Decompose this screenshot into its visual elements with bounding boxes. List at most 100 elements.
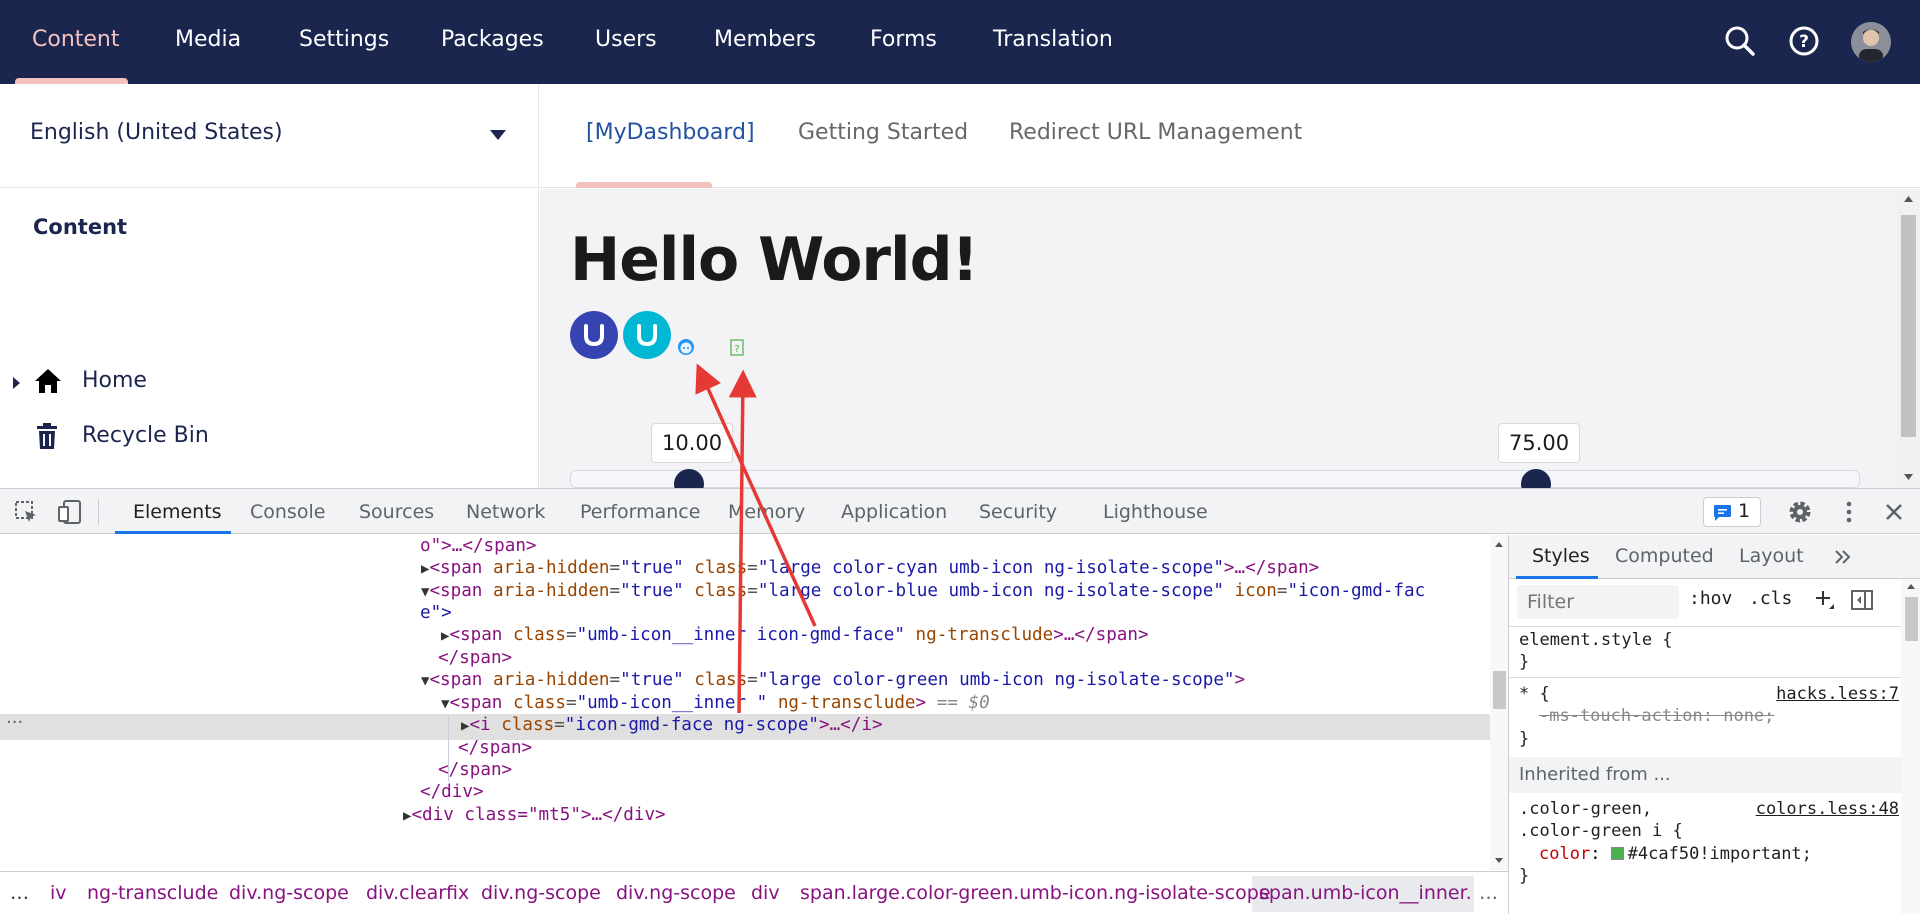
style-rule-universal[interactable]: * { hacks.less:7 -ms-touch-action: none;…	[1509, 683, 1899, 751]
scrollbar-thumb[interactable]	[1493, 671, 1506, 709]
tree-item-home[interactable]: Home	[0, 362, 539, 402]
dom-line[interactable]: ▼<span aria-hidden="true" class="large c…	[421, 669, 1245, 692]
devtools-tab-memory[interactable]: Memory	[728, 501, 805, 523]
breadcrumb-overflow[interactable]: …	[10, 882, 29, 904]
breadcrumb-item[interactable]: iv	[50, 882, 67, 904]
styles-pane: Styles Computed Layout :hov .cls element…	[1508, 535, 1920, 914]
rule-source-link[interactable]: colors.less:48	[1756, 798, 1899, 820]
scroll-down-icon[interactable]	[1494, 857, 1504, 864]
color-swatch[interactable]	[1610, 847, 1624, 860]
devtools-tab-security[interactable]: Security	[979, 501, 1057, 523]
trash-icon	[37, 423, 57, 449]
devtools-tab-network[interactable]: Network	[466, 501, 545, 523]
dom-line[interactable]: </span>	[458, 737, 532, 760]
gear-icon[interactable]	[1786, 498, 1814, 526]
tree-item-recycle-bin[interactable]: Recycle Bin	[0, 417, 539, 457]
tree-item-label: Home	[82, 368, 147, 393]
style-rule-element[interactable]: element.style { }	[1509, 629, 1899, 675]
dom-line-selected[interactable]: ▼<span class="umb-icon__inner " ng-trans…	[441, 692, 990, 715]
dom-line[interactable]: o">…</span>	[420, 535, 537, 558]
breadcrumb-item-selected[interactable]: span.umb-icon__inner.	[1259, 882, 1472, 904]
class-toggle[interactable]: .cls	[1749, 588, 1792, 609]
breadcrumb-item[interactable]: div	[751, 882, 780, 904]
tab-layout[interactable]: Layout	[1739, 545, 1804, 567]
breadcrumb-item[interactable]: div.clearfix	[366, 882, 469, 904]
toggle-sidebar-icon[interactable]	[1850, 589, 1874, 611]
tab-styles[interactable]: Styles	[1532, 545, 1590, 567]
new-rule-icon[interactable]	[1814, 589, 1836, 611]
devtools-tab-performance[interactable]: Performance	[580, 501, 700, 523]
dom-tree-scrollbar[interactable]	[1490, 535, 1508, 870]
message-icon	[1714, 505, 1731, 521]
device-toolbar-icon[interactable]	[56, 498, 84, 526]
styles-tab-indicator	[1516, 576, 1598, 579]
dom-line[interactable]: ▶<i class="icon-gmd-face ng-scope">…</i>	[461, 714, 883, 737]
umbraco-logo-icon	[570, 311, 618, 359]
dom-line[interactable]: </div>	[420, 781, 484, 804]
dom-line[interactable]: ▶<span class="umb-icon__inner icon-gmd-f…	[441, 624, 1149, 647]
devtools-tab-console[interactable]: Console	[250, 501, 325, 523]
content-scrollbar[interactable]	[1897, 189, 1920, 488]
issues-badge[interactable]: 1	[1703, 497, 1761, 527]
devtools-tab-application[interactable]: Application	[841, 501, 947, 523]
dom-line[interactable]: ▶<span aria-hidden="true" class="large c…	[421, 557, 1319, 580]
scroll-down-icon[interactable]	[1903, 473, 1914, 481]
tab-redirect-url-management[interactable]: Redirect URL Management	[1009, 120, 1302, 145]
search-icon[interactable]	[1722, 23, 1758, 59]
nav-item-members[interactable]: Members	[714, 0, 816, 84]
nav-item-translation[interactable]: Translation	[993, 0, 1113, 84]
tab-computed[interactable]: Computed	[1615, 545, 1714, 567]
content-tree-pane: English (United States) Content Home Rec…	[0, 84, 539, 488]
inspect-element-icon[interactable]	[12, 498, 40, 526]
devtools-tab-indicator	[115, 531, 231, 534]
nav-item-users[interactable]: Users	[595, 0, 657, 84]
help-icon[interactable]: ?	[1786, 23, 1822, 59]
umbraco-logo-icon	[623, 311, 671, 359]
nav-item-content[interactable]: Content	[32, 0, 120, 84]
style-rule-color-green[interactable]: .color-green, colors.less:48 .color-gree…	[1509, 798, 1899, 894]
devtools-tab-sources[interactable]: Sources	[359, 501, 434, 523]
breadcrumb-item[interactable]: div.ng-scope	[481, 882, 601, 904]
breadcrumb-overflow[interactable]: …	[1479, 882, 1498, 904]
scroll-up-icon[interactable]	[1906, 583, 1916, 590]
dom-line[interactable]: ▼<span aria-hidden="true" class="large c…	[421, 580, 1425, 603]
divider	[1509, 626, 1901, 627]
inherited-section-header: Inherited from ...	[1509, 757, 1901, 793]
dom-line: e">	[420, 603, 452, 623]
node-actions-icon[interactable]: ···	[6, 712, 23, 733]
tab-getting-started[interactable]: Getting Started	[798, 120, 968, 145]
breadcrumb-item[interactable]: ng-transclude	[87, 882, 218, 904]
dom-line[interactable]: </span>	[438, 647, 512, 670]
more-tabs-icon[interactable]	[1834, 549, 1852, 565]
breadcrumb-item[interactable]: div.ng-scope	[616, 882, 736, 904]
breadcrumb-item[interactable]: div.ng-scope	[229, 882, 349, 904]
slider-max-value: 75.00	[1498, 423, 1581, 463]
hover-state-toggle[interactable]: :hov	[1689, 588, 1732, 609]
scroll-up-icon[interactable]	[1494, 541, 1504, 548]
devtools-tab-lighthouse[interactable]: Lighthouse	[1103, 501, 1208, 523]
scroll-up-icon[interactable]	[1903, 195, 1914, 203]
scrollbar-thumb[interactable]	[1901, 215, 1916, 437]
devtools-tab-elements[interactable]: Elements	[133, 501, 222, 523]
tab-mydashboard[interactable]: [MyDashboard]	[586, 120, 755, 145]
more-options-icon[interactable]	[1835, 498, 1863, 526]
breadcrumb-item[interactable]: span.large.color-green.umb-icon.ng-isola…	[800, 882, 1271, 904]
scrollbar-thumb[interactable]	[1905, 597, 1918, 641]
face-icon	[678, 339, 694, 355]
styles-filter-input[interactable]	[1517, 585, 1679, 619]
nav-item-packages[interactable]: Packages	[441, 0, 544, 84]
toolbar-divider	[98, 499, 99, 525]
close-icon[interactable]	[1880, 498, 1908, 526]
expand-arrow-icon[interactable]	[13, 377, 20, 389]
rule-source-link[interactable]: hacks.less:7	[1776, 683, 1899, 705]
nav-item-media[interactable]: Media	[175, 0, 241, 84]
range-slider-track[interactable]	[570, 470, 1860, 488]
nav-item-settings[interactable]: Settings	[299, 0, 389, 84]
home-icon	[35, 369, 61, 393]
language-selector[interactable]: English (United States)	[0, 84, 539, 188]
user-avatar[interactable]	[1851, 22, 1891, 62]
styles-scrollbar[interactable]	[1901, 579, 1920, 914]
dom-line[interactable]: </span>	[438, 759, 512, 782]
dom-line[interactable]: ▶<div class="mt5">…</div>	[403, 804, 666, 827]
nav-item-forms[interactable]: Forms	[870, 0, 937, 84]
